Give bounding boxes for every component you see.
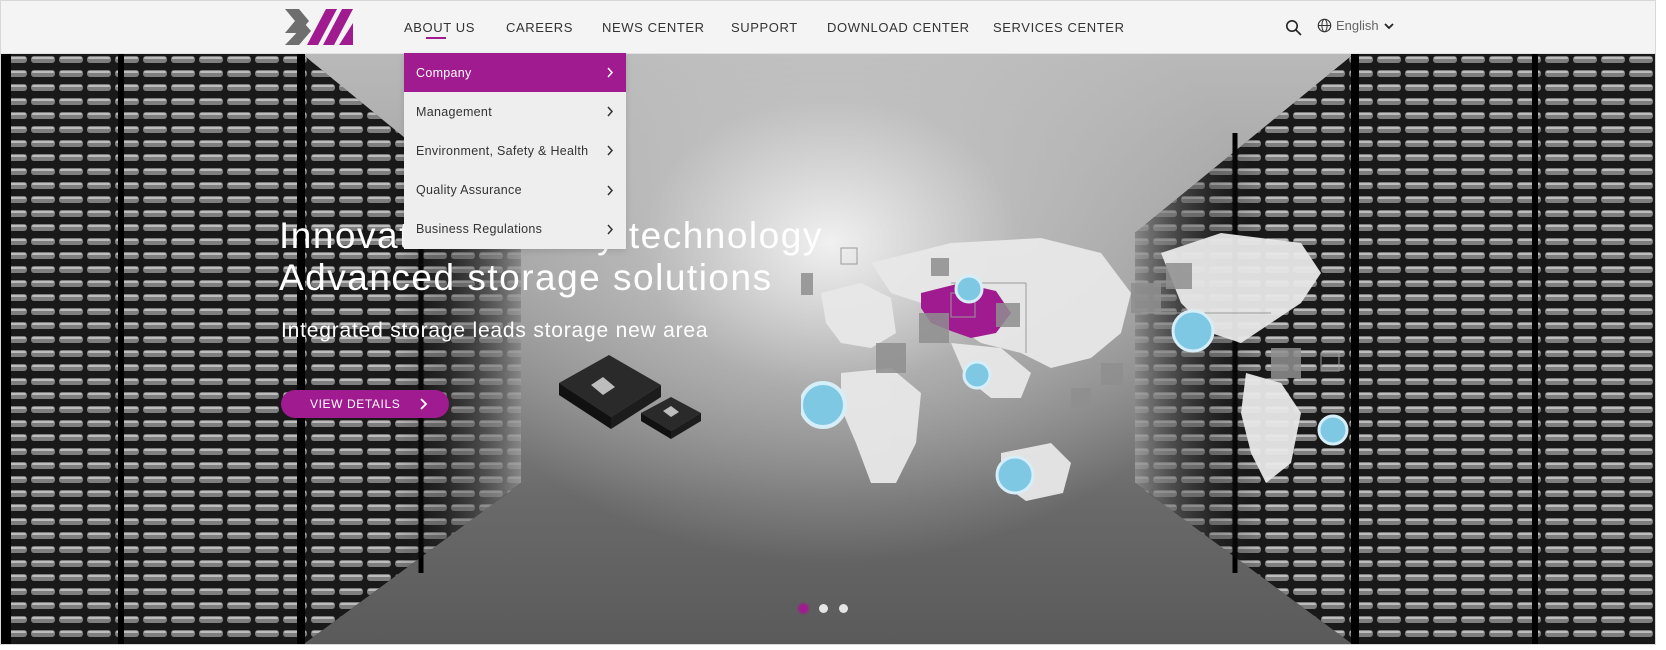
nav-careers-label: CAREERS	[506, 20, 574, 35]
hero-subtitle: Integrated storage leads storage new are…	[281, 319, 709, 342]
nav-support-label: SUPPORT	[731, 20, 798, 35]
dropdown-item-label: Management	[416, 104, 492, 119]
language-label: English	[1336, 18, 1379, 33]
dropdown-item-company[interactable]: Company	[404, 53, 626, 93]
nav-services-center[interactable]: SERVICES CENTER	[993, 20, 1125, 35]
active-indicator	[426, 37, 446, 39]
chevron-right-icon	[607, 224, 614, 235]
nav-download-center[interactable]: DOWNLOAD CENTER	[827, 20, 970, 35]
hero-banner: Innovative memory technology Advanced st…	[1, 53, 1655, 644]
nav-about-us-label: ABOUT US	[404, 20, 476, 35]
view-details-button[interactable]: VIEW DETAILS	[281, 390, 449, 418]
search-icon[interactable]	[1285, 19, 1302, 36]
language-selector[interactable]: English	[1317, 18, 1395, 33]
carousel-dot[interactable]	[819, 604, 828, 613]
nav-support[interactable]: SUPPORT	[731, 20, 798, 35]
view-details-label: VIEW DETAILS	[310, 397, 401, 411]
chevron-right-icon	[420, 398, 428, 410]
dropdown-item-business-regulations[interactable]: Business Regulations	[404, 210, 626, 249]
top-navbar: ABOUT US CAREERS NEWS CENTER SUPPORT DOW…	[1, 1, 1655, 54]
page-frame: ABOUT US CAREERS NEWS CENTER SUPPORT DOW…	[0, 0, 1656, 645]
dropdown-item-label: Company	[416, 65, 472, 80]
about-us-dropdown: Company Management Environment, Safety &…	[404, 53, 626, 249]
nav-download-center-label: DOWNLOAD CENTER	[827, 20, 970, 35]
dropdown-item-label: Quality Assurance	[416, 183, 522, 198]
dropdown-item-management[interactable]: Management	[404, 92, 626, 131]
dropdown-item-label: Business Regulations	[416, 222, 543, 237]
brand-logo[interactable]	[285, 9, 353, 45]
chevron-right-icon	[607, 106, 614, 117]
chevron-right-icon	[607, 185, 614, 196]
memory-chip-illustration	[559, 355, 701, 439]
world-map-graphic	[801, 233, 1349, 501]
carousel-dot[interactable]	[839, 604, 848, 613]
nav-careers[interactable]: CAREERS	[506, 20, 573, 35]
dropdown-item-quality-assurance[interactable]: Quality Assurance	[404, 171, 626, 210]
dropdown-item-label: Environment, Safety & Health	[416, 143, 589, 158]
carousel-dot[interactable]	[799, 604, 808, 613]
nav-about-us[interactable]: ABOUT US	[404, 20, 476, 39]
globe-icon	[1317, 18, 1332, 33]
hero-title-line2: Advanced storage solutions	[279, 257, 773, 298]
dropdown-item-environment-safety-health[interactable]: Environment, Safety & Health	[404, 131, 626, 170]
chevron-right-icon	[607, 145, 614, 156]
carousel-indicators	[799, 604, 848, 613]
chevron-right-icon	[607, 67, 614, 78]
chevron-down-icon	[1384, 22, 1394, 29]
nav-services-center-label: SERVICES CENTER	[993, 20, 1125, 35]
nav-news-center[interactable]: NEWS CENTER	[602, 20, 705, 35]
nav-news-center-label: NEWS CENTER	[602, 20, 705, 35]
